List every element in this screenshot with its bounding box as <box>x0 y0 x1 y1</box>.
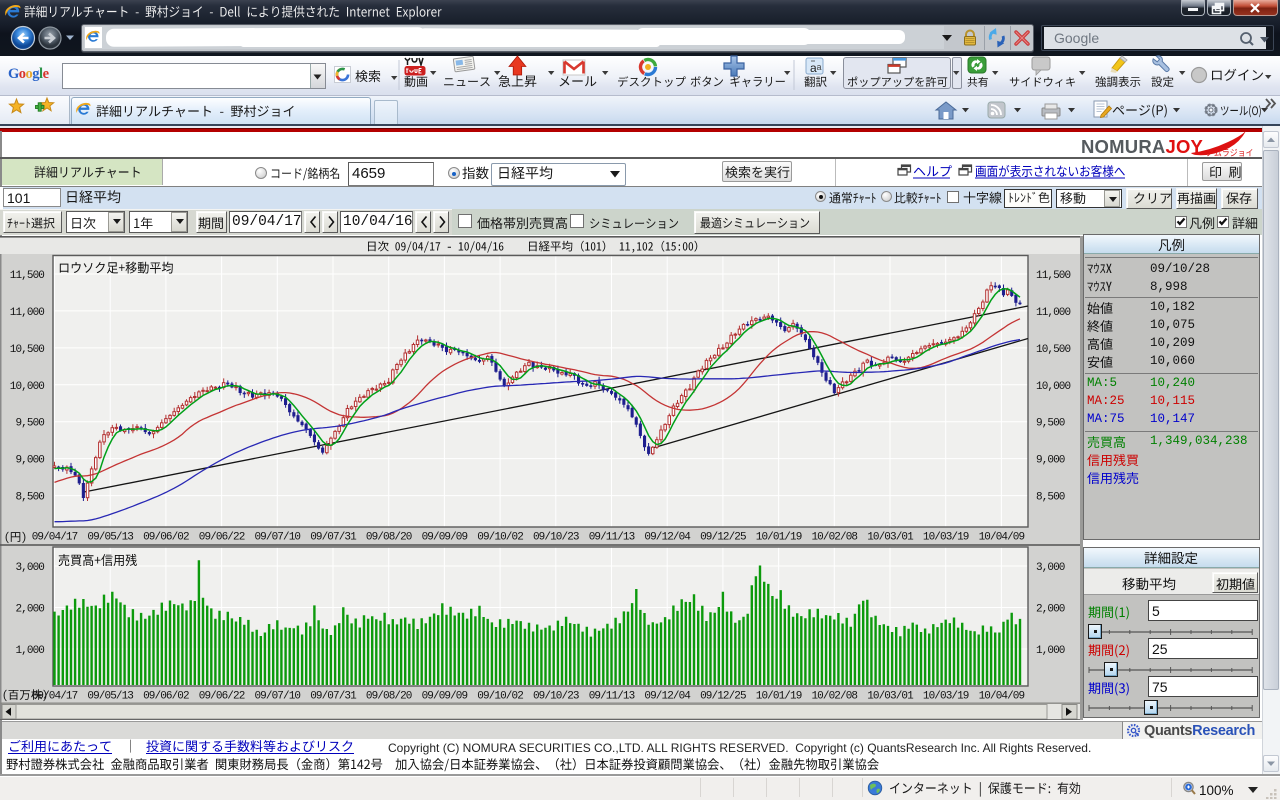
svg-text:09/10/02: 09/10/02 <box>477 691 523 703</box>
svg-text:09/07/31: 09/07/31 <box>310 532 357 544</box>
svg-text:8,500: 8,500 <box>1036 492 1065 504</box>
svg-text:09/12/04: 09/12/04 <box>644 532 691 544</box>
svg-text:11,000: 11,000 <box>10 307 45 319</box>
svg-text:3,000: 3,000 <box>1036 562 1065 574</box>
svg-text:09/04/17: 09/04/17 <box>32 691 78 703</box>
svg-text:10/01/19: 10/01/19 <box>756 691 802 703</box>
svg-text:10/04/09: 10/04/09 <box>979 691 1025 703</box>
svg-text:11,000: 11,000 <box>1036 307 1071 319</box>
svg-text:09/06/22: 09/06/22 <box>199 691 245 703</box>
svg-text:11,500: 11,500 <box>10 270 45 282</box>
svg-text:10/03/19: 10/03/19 <box>923 532 969 544</box>
svg-text:09/12/04: 09/12/04 <box>644 691 691 703</box>
svg-text:10,500: 10,500 <box>1036 344 1071 356</box>
svg-text:09/10/23: 09/10/23 <box>533 691 579 703</box>
svg-text:09/07/31: 09/07/31 <box>310 691 357 703</box>
svg-text:10,500: 10,500 <box>10 344 45 356</box>
svg-text:9,500: 9,500 <box>1036 418 1065 430</box>
svg-text:10,000: 10,000 <box>10 381 45 393</box>
svg-text:09/06/22: 09/06/22 <box>199 532 245 544</box>
svg-text:09/08/20: 09/08/20 <box>366 532 412 544</box>
svg-text:10/03/01: 10/03/01 <box>867 532 914 544</box>
svg-text:10/01/19: 10/01/19 <box>756 532 802 544</box>
svg-text:8,500: 8,500 <box>15 492 44 504</box>
svg-text:2,000: 2,000 <box>15 604 44 616</box>
svg-text:09/04/17: 09/04/17 <box>32 532 78 544</box>
svg-text:9,000: 9,000 <box>1036 455 1065 467</box>
svg-text:10/02/08: 10/02/08 <box>811 532 857 544</box>
svg-text:2,000: 2,000 <box>1036 604 1065 616</box>
svg-text:09/12/25: 09/12/25 <box>700 691 746 703</box>
svg-text:09/11/13: 09/11/13 <box>589 691 635 703</box>
svg-text:09/07/10: 09/07/10 <box>254 691 300 703</box>
svg-text:10/03/01: 10/03/01 <box>867 691 914 703</box>
svg-text:1,000: 1,000 <box>1036 645 1065 657</box>
svg-text:09/09/09: 09/09/09 <box>422 532 468 544</box>
svg-text:09/08/20: 09/08/20 <box>366 691 412 703</box>
svg-text:10,000: 10,000 <box>1036 381 1071 393</box>
svg-text:3,000: 3,000 <box>15 562 44 574</box>
svg-text:09/06/02: 09/06/02 <box>143 532 189 544</box>
svg-text:09/11/13: 09/11/13 <box>589 532 635 544</box>
svg-text:11,500: 11,500 <box>1036 270 1071 282</box>
svg-text:10/02/08: 10/02/08 <box>811 691 857 703</box>
svg-text:1,000: 1,000 <box>15 645 44 657</box>
svg-text:09/10/23: 09/10/23 <box>533 532 579 544</box>
svg-text:09/10/02: 09/10/02 <box>477 532 523 544</box>
svg-text:9,500: 9,500 <box>15 418 44 430</box>
svg-text:09/07/10: 09/07/10 <box>254 532 300 544</box>
svg-text:09/12/25: 09/12/25 <box>700 532 746 544</box>
svg-text:09/06/02: 09/06/02 <box>143 691 189 703</box>
svg-text:9,000: 9,000 <box>15 455 44 467</box>
svg-text:09/05/13: 09/05/13 <box>87 532 133 544</box>
svg-text:09/09/09: 09/09/09 <box>422 691 468 703</box>
svg-text:09/05/13: 09/05/13 <box>87 691 133 703</box>
svg-text:10/04/09: 10/04/09 <box>979 532 1025 544</box>
svg-text:10/03/19: 10/03/19 <box>923 691 969 703</box>
